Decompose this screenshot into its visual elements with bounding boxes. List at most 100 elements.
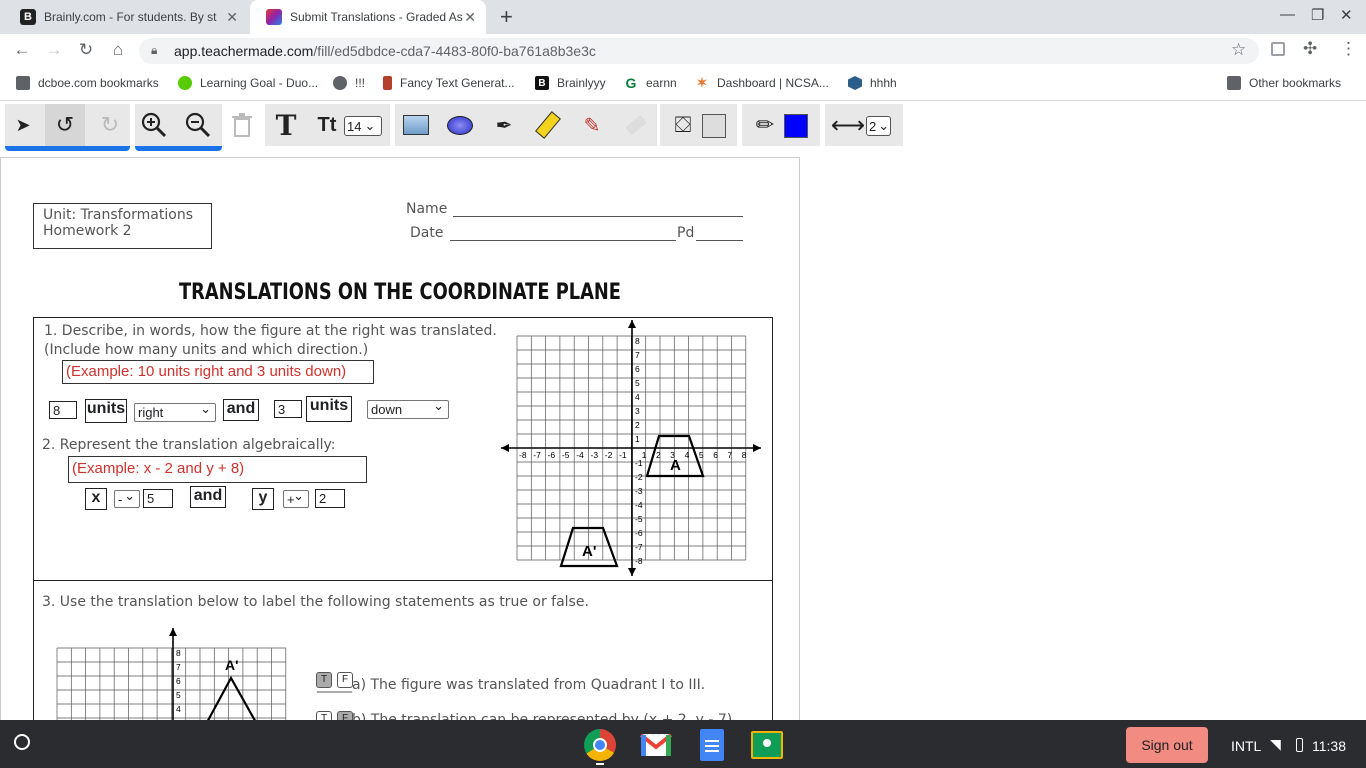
stroke-width-select[interactable]: 2 ⌄	[866, 116, 891, 136]
marker-icon[interactable]: ✎	[572, 104, 612, 146]
bookmark-earnn[interactable]: Gearnn	[624, 75, 677, 91]
operator1-select[interactable]: -	[114, 488, 140, 508]
close-icon[interactable]: ✕	[226, 9, 238, 26]
tab-teachermade[interactable]: Submit Translations - Graded As ✕	[250, 0, 486, 34]
rectangle-tool-icon[interactable]	[396, 104, 436, 146]
zoom-out-icon[interactable]	[178, 104, 218, 146]
x-tick-label: 8	[742, 450, 747, 460]
y-label: y	[252, 488, 274, 510]
active-indicator	[135, 146, 222, 151]
shape-label-a-prime: A'	[225, 657, 238, 673]
forward-arrow-icon[interactable]: →	[43, 40, 65, 60]
stroke-pen-icon[interactable]: ✏	[746, 104, 784, 146]
bookmark-brainlyyy[interactable]: B Brainlyyy	[535, 76, 606, 90]
trash-icon[interactable]	[222, 104, 262, 146]
new-tab-button[interactable]: +	[500, 4, 513, 30]
g-icon: G	[624, 75, 638, 91]
brainly-favicon-icon: B	[20, 9, 36, 25]
lock-icon[interactable]: 🔒︎	[151, 43, 157, 58]
star-icon[interactable]: ☆	[1231, 40, 1246, 60]
fill-color-swatch[interactable]	[702, 114, 726, 138]
x-tick-label: 6	[713, 450, 718, 460]
direction1-select[interactable]: right	[134, 401, 216, 422]
docs-icon[interactable]	[700, 729, 724, 761]
stroke-width-icon[interactable]: ⟷	[830, 104, 866, 146]
gmail-icon[interactable]	[639, 732, 673, 758]
arrowhead	[169, 628, 177, 636]
bookmark-exclaim[interactable]: !!!	[333, 76, 365, 90]
sign-out-button[interactable]: Sign out	[1126, 727, 1208, 763]
bookmark-label: earnn	[646, 76, 677, 90]
bookmark-dcboe[interactable]: dcboe.com bookmarks	[16, 76, 159, 90]
bookmark-label: Other bookmarks	[1249, 76, 1342, 90]
tab-title: Submit Translations - Graded As	[290, 10, 463, 24]
puzzle-icon[interactable]: ✣	[1303, 39, 1317, 59]
wifi-icon[interactable]: ◥	[1270, 736, 1281, 753]
y-tick-label: -5	[635, 514, 643, 524]
y-tick-label: 2	[635, 420, 640, 430]
bookmark-fancytext[interactable]: Fancy Text Generat...	[383, 76, 515, 90]
x-tick-label: 2	[656, 450, 661, 460]
extension-icon[interactable]	[1271, 42, 1285, 56]
chrome-icon[interactable]	[584, 729, 616, 761]
pen-tool-icon[interactable]: ✒	[484, 104, 524, 146]
brainly-icon: B	[535, 76, 549, 90]
input-method[interactable]: INTL	[1231, 738, 1261, 754]
x-tick-label: 7	[728, 450, 733, 460]
home-icon[interactable]: ⌂	[107, 40, 129, 60]
classroom-icon[interactable]	[751, 731, 783, 759]
close-icon[interactable]: ✕	[464, 9, 476, 26]
bookmark-ncsa[interactable]: ✶ Dashboard | NCSA...	[695, 75, 829, 90]
value1-input[interactable]: 5	[143, 489, 173, 508]
zoom-in-icon[interactable]	[134, 104, 174, 146]
question-2: 2. Represent the translation algebraical…	[42, 437, 336, 453]
and-label: and	[190, 486, 226, 508]
worksheet: Unit: Transformations Homework 2 Name Da…	[0, 157, 800, 729]
active-indicator	[5, 146, 130, 151]
url-text[interactable]: app.teachermade.com/fill/ed5dbdce-cda7-4…	[174, 43, 596, 59]
url-path: /fill/ed5dbdce-cda7-4483-80f0-ba761a8b3e…	[313, 43, 596, 59]
clock[interactable]: 11:38	[1312, 738, 1346, 754]
tab-brainly[interactable]: B Brainly.com - For students. By st ✕	[4, 0, 248, 34]
maximize-icon[interactable]: ❐	[1311, 6, 1324, 24]
back-arrow-icon[interactable]: ←	[11, 40, 33, 60]
reload-icon[interactable]: ↻	[75, 40, 97, 60]
date-label: Date	[410, 225, 444, 241]
undo-icon[interactable]: ↺	[45, 104, 85, 146]
minimize-icon[interactable]: —	[1280, 6, 1295, 23]
y-tick-label: 7	[176, 662, 181, 672]
triangle-prime	[204, 675, 259, 726]
launcher-icon[interactable]	[14, 734, 30, 750]
operator2-select[interactable]: +	[283, 488, 309, 508]
name-label: Name	[406, 201, 448, 217]
text-tool-icon[interactable]: T	[266, 104, 306, 146]
battery-icon[interactable]	[1296, 738, 1303, 752]
bookmark-label: Learning Goal - Duo...	[200, 76, 319, 90]
stroke-color-swatch[interactable]	[784, 114, 808, 138]
font-size-select[interactable]: 14 ⌄	[344, 116, 382, 136]
units1-input[interactable]: 8	[49, 401, 77, 419]
eraser-icon[interactable]	[616, 104, 656, 146]
arrowhead	[501, 444, 509, 452]
value2-input[interactable]: 2	[315, 489, 345, 508]
y-tick-label: -8	[635, 556, 643, 566]
redo-icon[interactable]: ↻	[90, 104, 130, 146]
y-tick-label: 4	[635, 392, 640, 402]
bookmark-label: hhhh	[870, 76, 897, 90]
bookmark-hhhh[interactable]: hhhh	[848, 76, 897, 90]
highlighter-icon[interactable]	[528, 104, 568, 146]
text-size-icon[interactable]: Tt	[312, 104, 342, 146]
pd-line	[696, 240, 743, 241]
menu-icon[interactable]: ⋮	[1340, 39, 1357, 59]
owl-icon	[178, 76, 192, 90]
bookmark-duolingo[interactable]: Learning Goal - Duo...	[178, 76, 318, 90]
other-bookmarks[interactable]: Other bookmarks	[1227, 76, 1341, 90]
fill-bucket-icon[interactable]: ⛋	[664, 104, 702, 146]
direction2-select[interactable]: down	[367, 398, 449, 419]
select-arrow-icon[interactable]: ➤	[3, 104, 43, 146]
y-tick-label: 8	[635, 336, 640, 346]
ellipse-tool-icon[interactable]	[440, 104, 480, 146]
y-tick-label: -4	[635, 500, 643, 510]
units2-input[interactable]: 3	[274, 400, 302, 418]
window-close-icon[interactable]: ✕	[1340, 6, 1353, 24]
